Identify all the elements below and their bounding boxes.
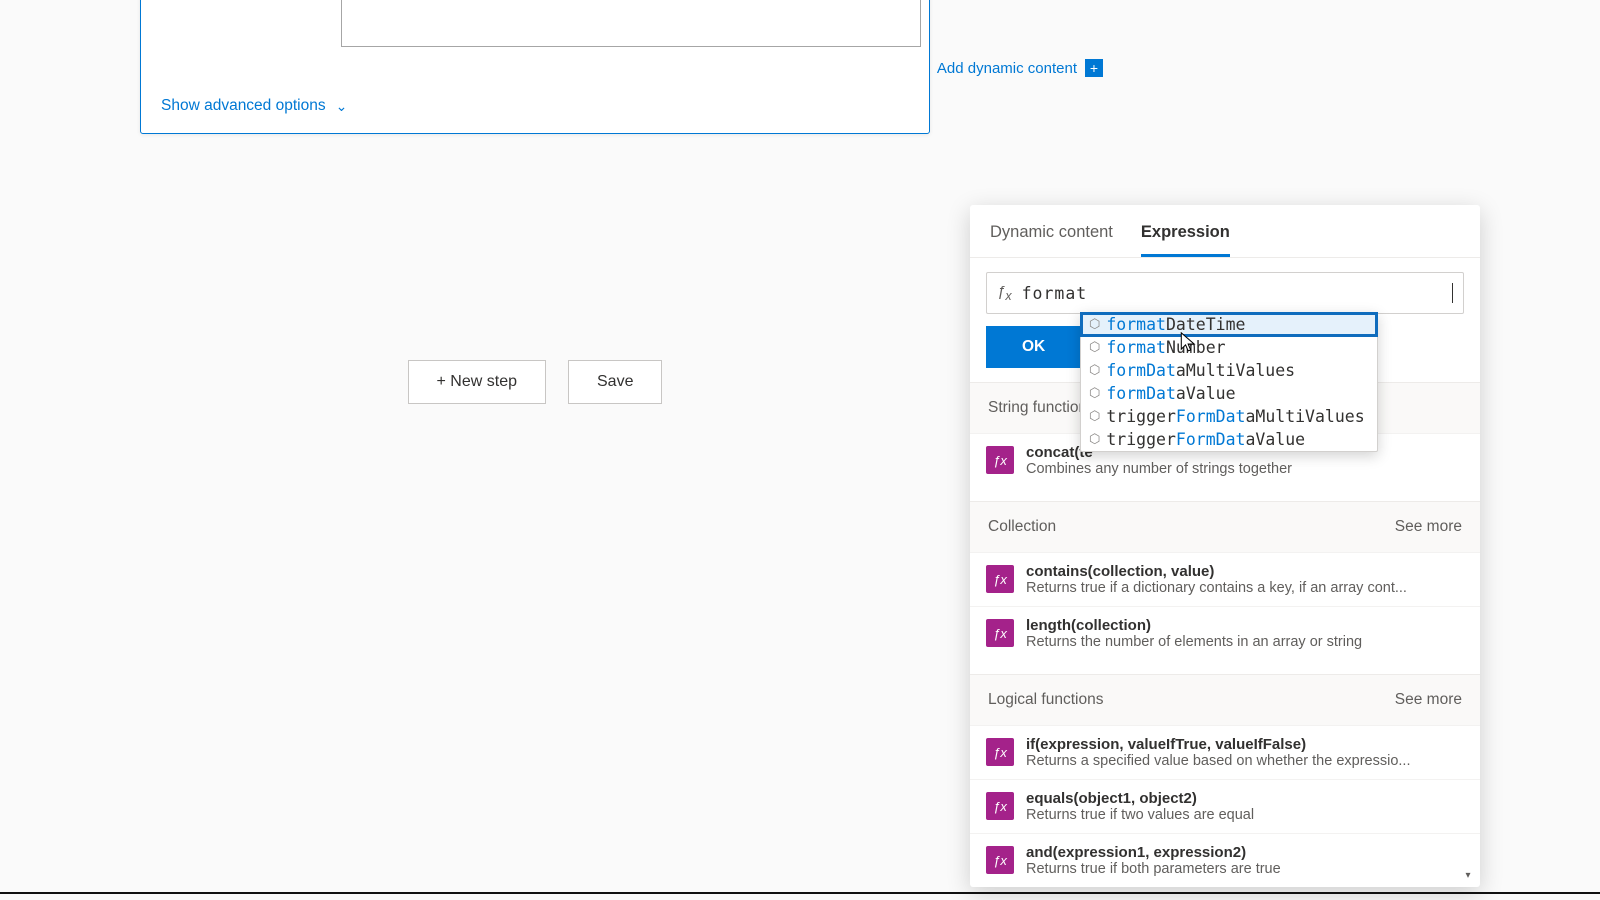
autocomplete-item[interactable]: ⬡formatNumber	[1081, 336, 1377, 359]
func-if[interactable]: ƒx if(expression, valueIfTrue, valueIfFa…	[970, 725, 1480, 779]
func-contains-desc: Returns true if a dictionary contains a …	[1026, 580, 1407, 596]
add-dynamic-content[interactable]: Add dynamic content +	[341, 59, 1103, 77]
show-advanced-options[interactable]: Show advanced options ⌄	[161, 97, 909, 115]
autocomplete-dropdown[interactable]: ⬡formatDateTime⬡formatNumber⬡formDataMul…	[1080, 312, 1378, 452]
func-length-desc: Returns the number of elements in an arr…	[1026, 634, 1362, 650]
func-if-desc: Returns a specified value based on wheth…	[1026, 753, 1410, 769]
action-card: Name of the user: Name × Time: Add dynam…	[140, 0, 930, 134]
autocomplete-item[interactable]: ⬡formatDateTime	[1081, 313, 1377, 336]
save-button[interactable]: Save	[568, 360, 662, 404]
message-body-input[interactable]: Name of the user: Name × Time:	[341, 0, 921, 47]
func-and[interactable]: ƒx and(expression1, expression2) Returns…	[970, 833, 1480, 887]
cube-icon: ⬡	[1089, 432, 1100, 447]
tab-dynamic-content[interactable]: Dynamic content	[990, 223, 1113, 257]
section-collection: Collection See more ƒx contains(collecti…	[970, 501, 1480, 660]
cube-icon: ⬡	[1089, 363, 1100, 378]
new-step-button[interactable]: + New step	[408, 360, 546, 404]
cube-icon: ⬡	[1089, 409, 1100, 424]
func-contains[interactable]: ƒx contains(collection, value) Returns t…	[970, 552, 1480, 606]
panel-tabs: Dynamic content Expression	[970, 205, 1480, 258]
fx-badge-icon: ƒx	[986, 619, 1014, 647]
cube-icon: ⬡	[1089, 317, 1100, 332]
section-collection-title: Collection	[988, 518, 1056, 536]
step-bar: + New step Save	[140, 360, 930, 404]
fx-badge-icon: ƒx	[986, 446, 1014, 474]
autocomplete-item[interactable]: ⬡formDataValue	[1081, 382, 1377, 405]
fx-badge-icon: ƒx	[986, 738, 1014, 766]
func-if-sig: if(expression, valueIfTrue, valueIfFalse…	[1026, 736, 1410, 753]
cube-icon: ⬡	[1089, 340, 1100, 355]
autocomplete-item[interactable]: ⬡triggerFormDataMultiValues	[1081, 405, 1377, 428]
expression-input-row[interactable]: ƒx format	[986, 272, 1464, 314]
fx-badge-icon: ƒx	[986, 792, 1014, 820]
fx-badge-icon: ƒx	[986, 846, 1014, 874]
func-length[interactable]: ƒx length(collection) Returns the number…	[970, 606, 1480, 660]
section-logical-more[interactable]: See more	[1395, 691, 1462, 709]
bottom-divider	[0, 892, 1600, 894]
func-and-sig: and(expression1, expression2)	[1026, 844, 1281, 861]
section-string-title: String functions	[988, 399, 1095, 417]
plus-icon: +	[1085, 59, 1103, 77]
func-concat-desc: Combines any number of strings together	[1026, 461, 1292, 477]
func-length-sig: length(collection)	[1026, 617, 1362, 634]
func-equals-sig: equals(object1, object2)	[1026, 790, 1254, 807]
scroll-down-icon[interactable]: ▾	[1460, 867, 1476, 883]
fx-icon: ƒx	[997, 283, 1012, 303]
section-collection-more[interactable]: See more	[1395, 518, 1462, 536]
text-caret	[1452, 283, 1454, 303]
expression-input[interactable]: format	[1022, 284, 1444, 303]
fx-badge-icon: ƒx	[986, 565, 1014, 593]
func-equals-desc: Returns true if two values are equal	[1026, 807, 1254, 823]
func-contains-sig: contains(collection, value)	[1026, 563, 1407, 580]
expression-panel: Dynamic content Expression ƒx format OK …	[970, 205, 1480, 887]
section-logical: Logical functions See more ƒx if(express…	[970, 674, 1480, 887]
cube-icon: ⬡	[1089, 386, 1100, 401]
autocomplete-item[interactable]: ⬡formDataMultiValues	[1081, 359, 1377, 382]
tab-expression[interactable]: Expression	[1141, 223, 1230, 257]
add-dynamic-label: Add dynamic content	[937, 60, 1077, 77]
show-advanced-label: Show advanced options	[161, 97, 326, 115]
ok-button[interactable]: OK	[986, 326, 1081, 368]
section-logical-title: Logical functions	[988, 691, 1103, 709]
func-equals[interactable]: ƒx equals(object1, object2) Returns true…	[970, 779, 1480, 833]
func-and-desc: Returns true if both parameters are true	[1026, 861, 1281, 877]
autocomplete-item[interactable]: ⬡triggerFormDataValue	[1081, 428, 1377, 451]
chevron-down-icon: ⌄	[336, 98, 348, 115]
